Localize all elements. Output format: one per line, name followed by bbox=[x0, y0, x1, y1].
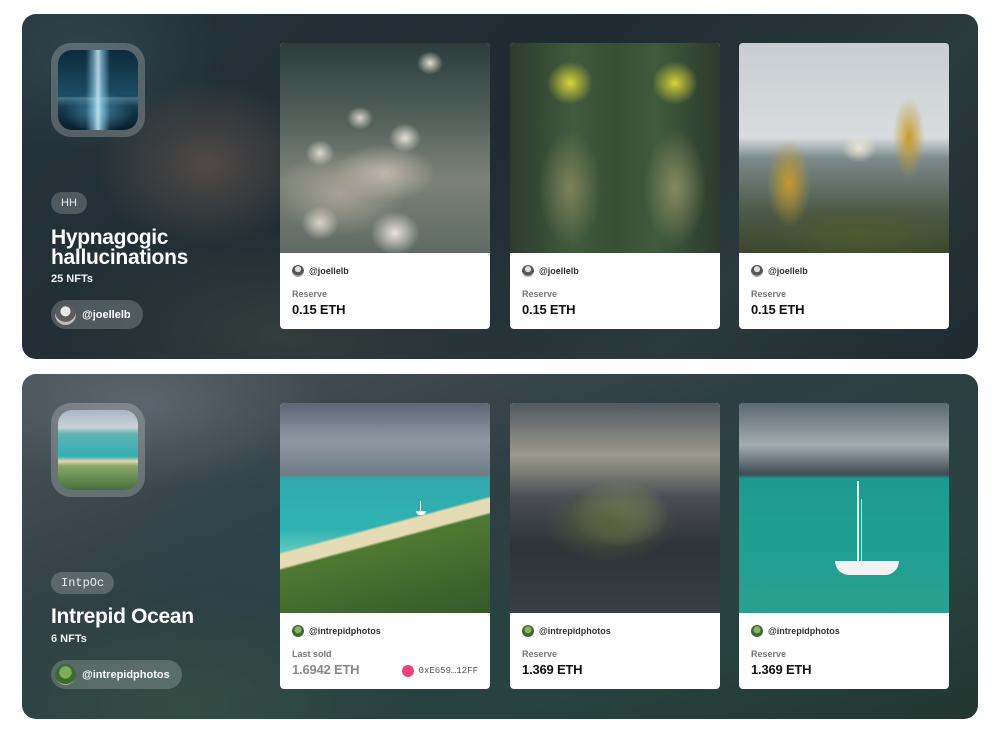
owner-pill[interactable]: @intrepidphotos bbox=[51, 660, 182, 689]
avatar bbox=[401, 665, 414, 677]
collection-card-intrepid-ocean[interactable]: IntpOc Intrepid Ocean 6 NFTs @intrepidph… bbox=[22, 374, 978, 719]
price-label: Reserve bbox=[751, 289, 787, 299]
nft-card[interactable]: @intrepidphotos Last sold 1.6942 ETH 0xE… bbox=[280, 403, 490, 689]
price-label: Reserve bbox=[522, 289, 558, 299]
creator-link[interactable]: @joellelb bbox=[292, 265, 349, 277]
avatar bbox=[522, 625, 534, 637]
avatar bbox=[751, 265, 763, 277]
creator-link[interactable]: @intrepidphotos bbox=[751, 625, 840, 637]
owner-handle: @joellelb bbox=[82, 308, 131, 321]
nft-card[interactable]: @joellelb Reserve 0.15 ETH bbox=[510, 43, 720, 329]
creator-handle: @joellelb bbox=[539, 266, 579, 276]
creator-handle: @intrepidphotos bbox=[309, 626, 381, 636]
nft-card[interactable]: @joellelb Reserve 0.15 ETH bbox=[739, 43, 949, 329]
owner-handle: @intrepidphotos bbox=[82, 668, 170, 681]
avatar bbox=[522, 265, 534, 277]
golden-robed-figures-artwork[interactable] bbox=[739, 43, 949, 253]
creator-link[interactable]: @intrepidphotos bbox=[522, 625, 611, 637]
ocean-coast-thumbnail bbox=[58, 410, 138, 490]
creator-link[interactable]: @intrepidphotos bbox=[292, 625, 381, 637]
price-value: 0.15 ETH bbox=[522, 302, 576, 317]
avatar bbox=[55, 304, 76, 325]
price-value: 1.6942 ETH bbox=[292, 662, 360, 677]
avatar bbox=[292, 625, 304, 637]
sailboat-shape bbox=[420, 501, 421, 511]
price-value: 1.369 ETH bbox=[522, 662, 583, 677]
price-value: 0.15 ETH bbox=[292, 302, 346, 317]
collection-count: 25 NFTs bbox=[51, 273, 93, 285]
price-value: 0.15 ETH bbox=[751, 302, 805, 317]
coastline-sailboat-photo[interactable] bbox=[280, 403, 490, 613]
collection-symbol-badge: HH bbox=[51, 192, 87, 214]
nft-card[interactable]: @intrepidphotos Reserve 1.369 ETH bbox=[510, 403, 720, 689]
collection-thumbnail[interactable] bbox=[51, 403, 145, 497]
creator-handle: @intrepidphotos bbox=[539, 626, 611, 636]
nft-card[interactable]: @intrepidphotos Reserve 1.369 ETH bbox=[739, 403, 949, 689]
sailboat-shape bbox=[857, 481, 859, 563]
catamaran-sea-photo[interactable] bbox=[739, 403, 949, 613]
collection-thumbnail[interactable] bbox=[51, 43, 145, 137]
collection-symbol-badge: IntpOc bbox=[51, 572, 115, 594]
collection-card-hypnagogic[interactable]: HH Hypnagogic hallucinations 25 NFTs @jo… bbox=[22, 14, 978, 359]
creator-handle: @joellelb bbox=[309, 266, 349, 276]
avatar bbox=[751, 625, 763, 637]
price-label: Reserve bbox=[292, 289, 328, 299]
owner-pill[interactable]: @joellelb bbox=[51, 300, 143, 329]
avatar bbox=[55, 664, 76, 685]
collection-title[interactable]: Hypnagogic hallucinations bbox=[51, 227, 271, 268]
pale-figures-artwork[interactable] bbox=[280, 43, 490, 253]
price-label: Reserve bbox=[751, 649, 787, 659]
yellow-hooded-figures-artwork[interactable] bbox=[510, 43, 720, 253]
price-label: Last sold bbox=[292, 649, 332, 659]
rocky-island-photo[interactable] bbox=[510, 403, 720, 613]
collection-count: 6 NFTs bbox=[51, 633, 87, 645]
nft-card[interactable]: @joellelb Reserve 0.15 ETH bbox=[280, 43, 490, 329]
creator-handle: @intrepidphotos bbox=[768, 626, 840, 636]
sailboat-shape bbox=[416, 511, 426, 515]
creator-handle: @joellelb bbox=[768, 266, 808, 276]
creator-link[interactable]: @joellelb bbox=[522, 265, 579, 277]
price-value: 1.369 ETH bbox=[751, 662, 812, 677]
avatar bbox=[292, 265, 304, 277]
collection-title[interactable]: Intrepid Ocean bbox=[51, 606, 271, 627]
sailboat-shape bbox=[861, 499, 862, 561]
sailboat-shape bbox=[835, 561, 899, 575]
creator-link[interactable]: @joellelb bbox=[751, 265, 808, 277]
buyer-address: 0xE659…12FF bbox=[418, 666, 478, 676]
glowing-cave-thumbnail bbox=[58, 50, 138, 130]
price-label: Reserve bbox=[522, 649, 558, 659]
buyer-link[interactable]: 0xE659…12FF bbox=[401, 665, 478, 677]
